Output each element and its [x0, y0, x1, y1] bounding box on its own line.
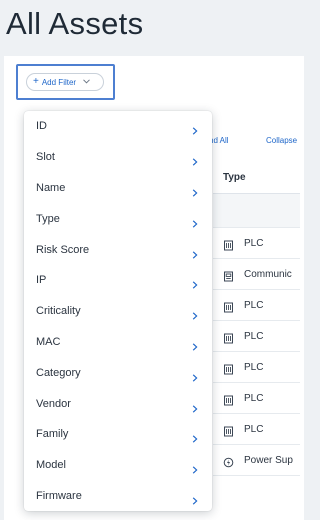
filter-option-label: Criticality	[36, 305, 81, 318]
table-row[interactable]: PLC	[213, 352, 300, 383]
row-type-label: PLC	[244, 299, 264, 311]
row-type-label: Communic	[244, 268, 292, 280]
filter-option-risk-score[interactable]: Risk Score	[24, 234, 212, 265]
plc-icon	[223, 238, 234, 250]
table-row[interactable]: PLC	[213, 321, 300, 352]
filter-option-family[interactable]: Family	[24, 419, 212, 450]
filter-option-label: Model	[36, 459, 66, 472]
communication-module-icon	[223, 269, 234, 281]
collapse-all-link[interactable]: Collapse	[266, 136, 297, 145]
plc-icon	[223, 300, 234, 312]
filter-option-label: Family	[36, 428, 69, 441]
chevron-right-icon	[192, 400, 198, 413]
chevron-right-icon	[192, 246, 198, 259]
filter-option-label: Slot	[36, 151, 55, 164]
filter-option-slot[interactable]: Slot	[24, 142, 212, 173]
filter-option-id[interactable]: ID	[24, 111, 212, 142]
plc-icon	[223, 393, 234, 405]
chevron-right-icon	[192, 153, 198, 166]
row-type-label: PLC	[244, 361, 264, 373]
chevron-right-icon	[192, 276, 198, 290]
filter-option-label: Risk Score	[36, 243, 90, 256]
plc-icon	[223, 331, 234, 343]
filter-option-type[interactable]: Type	[24, 203, 212, 234]
row-type-label: Power Sup	[244, 454, 293, 466]
chevron-right-icon	[192, 338, 198, 351]
filter-option-model[interactable]: Model	[24, 450, 212, 481]
filter-option-criticality[interactable]: Criticality	[24, 296, 212, 327]
row-type-label: PLC	[244, 237, 264, 249]
filter-dropdown-menu: ID Slot Name Type Risk Score IP Criticality MAC…	[24, 111, 212, 511]
chevron-down-icon	[83, 78, 90, 86]
power-supply-icon	[223, 455, 234, 467]
plus-icon: +	[33, 76, 39, 87]
row-type-label: PLC	[244, 330, 264, 342]
chevron-right-icon	[192, 369, 198, 382]
filter-option-label: MAC	[36, 335, 61, 348]
plc-icon	[223, 362, 234, 374]
filter-option-label: Category	[36, 366, 81, 379]
table-row[interactable]: PLC	[213, 383, 300, 414]
filter-option-label: Name	[36, 181, 66, 194]
type-column-header[interactable]: Type	[223, 172, 246, 183]
table-header: Type	[213, 162, 300, 194]
table-row[interactable]: PLC	[213, 414, 300, 445]
group-row	[213, 194, 300, 228]
chevron-right-icon	[192, 492, 198, 505]
chevron-right-icon	[192, 215, 198, 228]
add-filter-button[interactable]: + Add Filter	[26, 73, 104, 91]
filter-option-name[interactable]: Name	[24, 173, 212, 204]
table-row[interactable]: PLC	[213, 290, 300, 321]
plc-icon	[223, 424, 234, 436]
page-title: All Assets	[6, 6, 144, 41]
table-row[interactable]: Communic	[213, 259, 300, 290]
chevron-right-icon	[192, 307, 198, 320]
row-type-label: PLC	[244, 392, 264, 404]
filter-option-vendor[interactable]: Vendor	[24, 388, 212, 419]
filter-option-label: Vendor	[36, 397, 71, 410]
table-row[interactable]: PLC	[213, 228, 300, 259]
chevron-right-icon	[192, 461, 198, 474]
table-row[interactable]: Power Sup	[213, 445, 300, 476]
row-type-label: PLC	[244, 423, 264, 435]
filter-option-label: ID	[36, 120, 47, 133]
filter-option-ip[interactable]: IP	[24, 265, 212, 296]
chevron-right-icon	[192, 122, 198, 136]
filter-option-category[interactable]: Category	[24, 357, 212, 388]
filter-option-label: Firmware	[36, 489, 82, 502]
filter-option-firmware[interactable]: Firmware	[24, 481, 212, 511]
filter-option-mac[interactable]: MAC	[24, 327, 212, 358]
add-filter-label: Add Filter	[41, 77, 77, 87]
chevron-right-icon	[192, 430, 198, 443]
filter-option-label: IP	[36, 274, 47, 287]
filter-option-label: Type	[36, 212, 60, 225]
chevron-right-icon	[192, 184, 198, 197]
